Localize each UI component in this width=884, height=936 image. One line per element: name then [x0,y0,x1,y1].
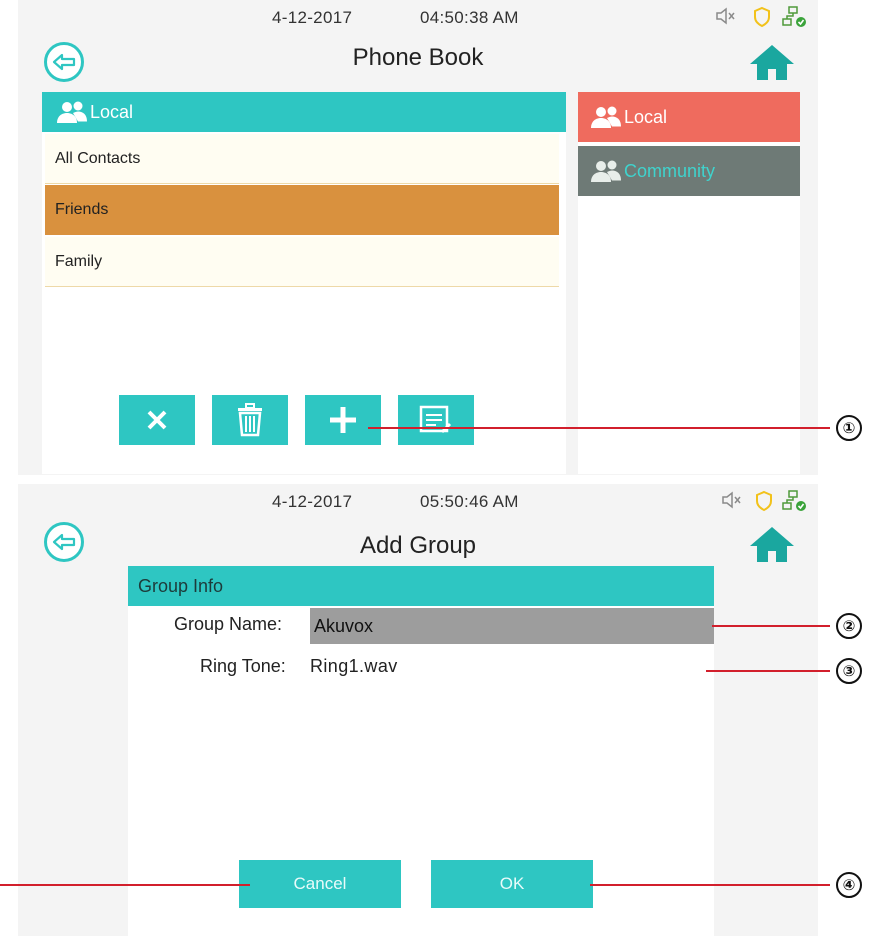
home-button[interactable] [748,42,796,82]
home-icon [750,45,794,80]
tab-label: Local [624,106,668,127]
callout-line-3 [706,670,830,672]
status-icons [720,490,810,512]
contacts-icon [590,104,622,130]
group-row-friends[interactable]: Friends [45,185,559,235]
group-label: Family [55,252,103,270]
callout-marker-3: ③ [836,658,862,684]
back-button[interactable] [44,522,84,562]
callout-marker-4: ④ [836,872,862,898]
edit-group-button[interactable] [398,395,474,445]
tab-community[interactable]: Community [578,146,800,196]
plus-icon [330,407,356,433]
home-button[interactable] [748,524,796,564]
group-name-input[interactable]: Akuvox [310,608,714,644]
contacts-icon [590,158,622,184]
back-arrow-icon [52,53,76,71]
contacts-icon [56,99,88,125]
status-icons [714,6,809,28]
phonebook-time: 04:50:38 AM [420,8,519,27]
ok-button[interactable]: OK [431,860,593,908]
group-row-family[interactable]: Family [45,237,559,287]
callout-line-cancel [0,884,250,886]
local-section-header: Local [42,92,566,132]
callout-line-4 [590,884,830,886]
add-group-button[interactable] [305,395,381,445]
group-name-label: Group Name: [174,614,283,634]
phonebook-date: 4-12-2017 [272,8,353,27]
cancel-button[interactable]: Cancel [239,860,401,908]
edit-icon [419,405,452,434]
group-label: Friends [55,200,109,218]
home-icon [750,527,794,562]
callout-line-1 [368,427,830,429]
tab-label: Community [624,160,716,181]
add-group-time: 05:50:46 AM [420,492,519,511]
mute-icon [714,6,738,31]
mute-icon [720,490,744,515]
close-icon [147,410,167,430]
network-icon [782,490,808,517]
back-button[interactable] [44,42,84,82]
add-group-date: 4-12-2017 [272,492,353,511]
ring-tone-select[interactable]: Ring1.wav [310,656,398,677]
section-header-label: Local [90,101,134,122]
trash-icon [238,403,262,437]
cancel-selection-button[interactable] [119,395,195,445]
tab-local[interactable]: Local [578,92,800,142]
back-arrow-icon [52,533,76,551]
page-title: Phone Book [352,44,484,71]
network-icon [782,6,808,33]
page-title: Add Group [359,532,477,559]
callout-marker-2: ② [836,613,862,639]
group-label: All Contacts [55,149,141,167]
callout-line-2 [712,625,830,627]
ring-tone-label: Ring Tone: [200,656,286,676]
group-info-title: Group Info [138,575,224,596]
callout-marker-1: ① [836,415,862,441]
group-info-header: Group Info [128,566,714,606]
delete-group-button[interactable] [212,395,288,445]
group-name-value: Akuvox [314,615,374,636]
group-row-all-contacts[interactable]: All Contacts [45,134,559,184]
shield-icon [752,6,772,33]
shield-icon [754,490,774,517]
